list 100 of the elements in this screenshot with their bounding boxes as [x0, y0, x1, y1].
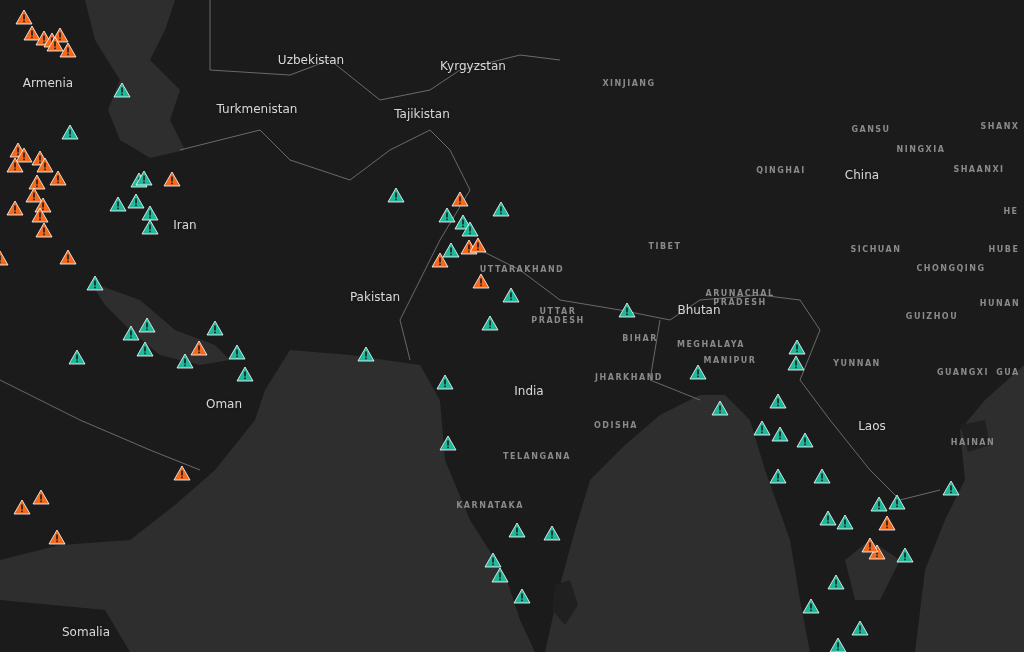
- warning-icon[interactable]: [851, 620, 869, 636]
- warning-icon[interactable]: [769, 468, 787, 484]
- warning-icon[interactable]: [236, 366, 254, 382]
- warning-icon[interactable]: [135, 170, 153, 186]
- warning-icon[interactable]: [711, 400, 729, 416]
- warning-icon[interactable]: [771, 426, 789, 442]
- warning-icon[interactable]: [25, 187, 43, 203]
- region-label: SICHUAN: [850, 245, 902, 255]
- warning-icon[interactable]: [23, 25, 41, 41]
- region-label: XINJIANG: [602, 79, 656, 89]
- warning-icon[interactable]: [492, 201, 510, 217]
- warning-icon[interactable]: [59, 249, 77, 265]
- warning-icon[interactable]: [861, 537, 879, 553]
- region-label: HAINAN: [950, 438, 996, 448]
- warning-icon[interactable]: [942, 480, 960, 496]
- region-label: QINGHAI: [756, 166, 806, 176]
- warning-icon[interactable]: [870, 496, 888, 512]
- warning-icon[interactable]: [502, 287, 520, 303]
- warning-icon[interactable]: [15, 9, 33, 25]
- warning-icon[interactable]: [6, 157, 24, 173]
- warning-icon[interactable]: [46, 36, 64, 52]
- warning-icon[interactable]: [813, 468, 831, 484]
- warning-icon[interactable]: [141, 219, 159, 235]
- country-label: Oman: [205, 398, 243, 412]
- warning-icon[interactable]: [439, 435, 457, 451]
- warning-icon[interactable]: [61, 124, 79, 140]
- warning-icon[interactable]: [228, 344, 246, 360]
- warning-icon[interactable]: [769, 393, 787, 409]
- warning-icon[interactable]: [878, 515, 896, 531]
- warning-icon[interactable]: [141, 205, 159, 221]
- warning-icon[interactable]: [827, 574, 845, 590]
- warning-icon[interactable]: [6, 200, 24, 216]
- warning-icon[interactable]: [888, 494, 906, 510]
- warning-icon[interactable]: [819, 510, 837, 526]
- warning-icon[interactable]: [173, 465, 191, 481]
- warning-icon[interactable]: [461, 221, 479, 237]
- country-label: China: [844, 169, 880, 183]
- warning-icon[interactable]: [787, 355, 805, 371]
- warning-icon[interactable]: [357, 346, 375, 362]
- country-label: Somalia: [62, 626, 110, 640]
- warning-icon[interactable]: [138, 317, 156, 333]
- warning-icon[interactable]: [163, 171, 181, 187]
- country-label: Turkmenistan: [216, 103, 298, 117]
- warning-icon[interactable]: [48, 529, 66, 545]
- warning-icon[interactable]: [896, 547, 914, 563]
- warning-icon[interactable]: [109, 196, 127, 212]
- region-label: HUBE: [988, 245, 1020, 255]
- warning-icon[interactable]: [836, 514, 854, 530]
- warning-icon[interactable]: [127, 193, 145, 209]
- warning-icon[interactable]: [35, 222, 53, 238]
- country-label: Tajikistan: [394, 108, 450, 122]
- country-label: India: [514, 385, 544, 399]
- warning-icon[interactable]: [387, 187, 405, 203]
- region-label: KARNATAKA: [456, 501, 524, 511]
- warning-icon[interactable]: [802, 598, 820, 614]
- warning-icon[interactable]: [59, 42, 77, 58]
- country-label: Uzbekistan: [277, 54, 345, 68]
- warning-icon[interactable]: [469, 237, 487, 253]
- warning-icon[interactable]: [15, 147, 33, 163]
- warning-icon[interactable]: [543, 525, 561, 541]
- warning-icon[interactable]: [68, 349, 86, 365]
- warning-icon[interactable]: [136, 341, 154, 357]
- warning-icon[interactable]: [32, 489, 50, 505]
- warning-icon[interactable]: [113, 82, 131, 98]
- warning-icon[interactable]: [31, 207, 49, 223]
- warning-icon[interactable]: [438, 207, 456, 223]
- region-label: GUANGXI: [937, 368, 989, 378]
- warning-icon[interactable]: [431, 252, 449, 268]
- region-label: MEGHALAYA: [676, 340, 746, 350]
- region-label: ODISHA: [593, 421, 639, 431]
- warning-icon[interactable]: [484, 552, 502, 568]
- warning-icon[interactable]: [190, 340, 208, 356]
- region-label: SHAANXI: [953, 165, 1005, 175]
- warning-icon[interactable]: [788, 339, 806, 355]
- warning-icon[interactable]: [206, 320, 224, 336]
- warning-icon[interactable]: [122, 325, 140, 341]
- warning-icon[interactable]: [451, 191, 469, 207]
- region-label: HE: [1003, 207, 1019, 217]
- warning-icon[interactable]: [796, 432, 814, 448]
- warning-icon[interactable]: [28, 174, 46, 190]
- warning-icon[interactable]: [13, 499, 31, 515]
- warning-icon[interactable]: [481, 315, 499, 331]
- warning-icon[interactable]: [86, 275, 104, 291]
- region-label: YUNNAN: [833, 359, 881, 369]
- warning-icon[interactable]: [689, 364, 707, 380]
- warning-icon[interactable]: [442, 242, 460, 258]
- warning-icon[interactable]: [618, 302, 636, 318]
- region-label: BIHAR: [622, 334, 658, 344]
- country-label: Armenia: [22, 77, 74, 91]
- warning-icon[interactable]: [513, 588, 531, 604]
- warning-icon[interactable]: [176, 353, 194, 369]
- warning-icon[interactable]: [753, 420, 771, 436]
- warning-icon[interactable]: [829, 637, 847, 652]
- warning-icon[interactable]: [436, 374, 454, 390]
- warning-icon[interactable]: [49, 170, 67, 186]
- warning-icon[interactable]: [36, 157, 54, 173]
- warning-icon[interactable]: [472, 273, 490, 289]
- warning-icon[interactable]: [508, 522, 526, 538]
- country-label: Pakistan: [349, 291, 401, 305]
- warning-icon[interactable]: [491, 567, 509, 583]
